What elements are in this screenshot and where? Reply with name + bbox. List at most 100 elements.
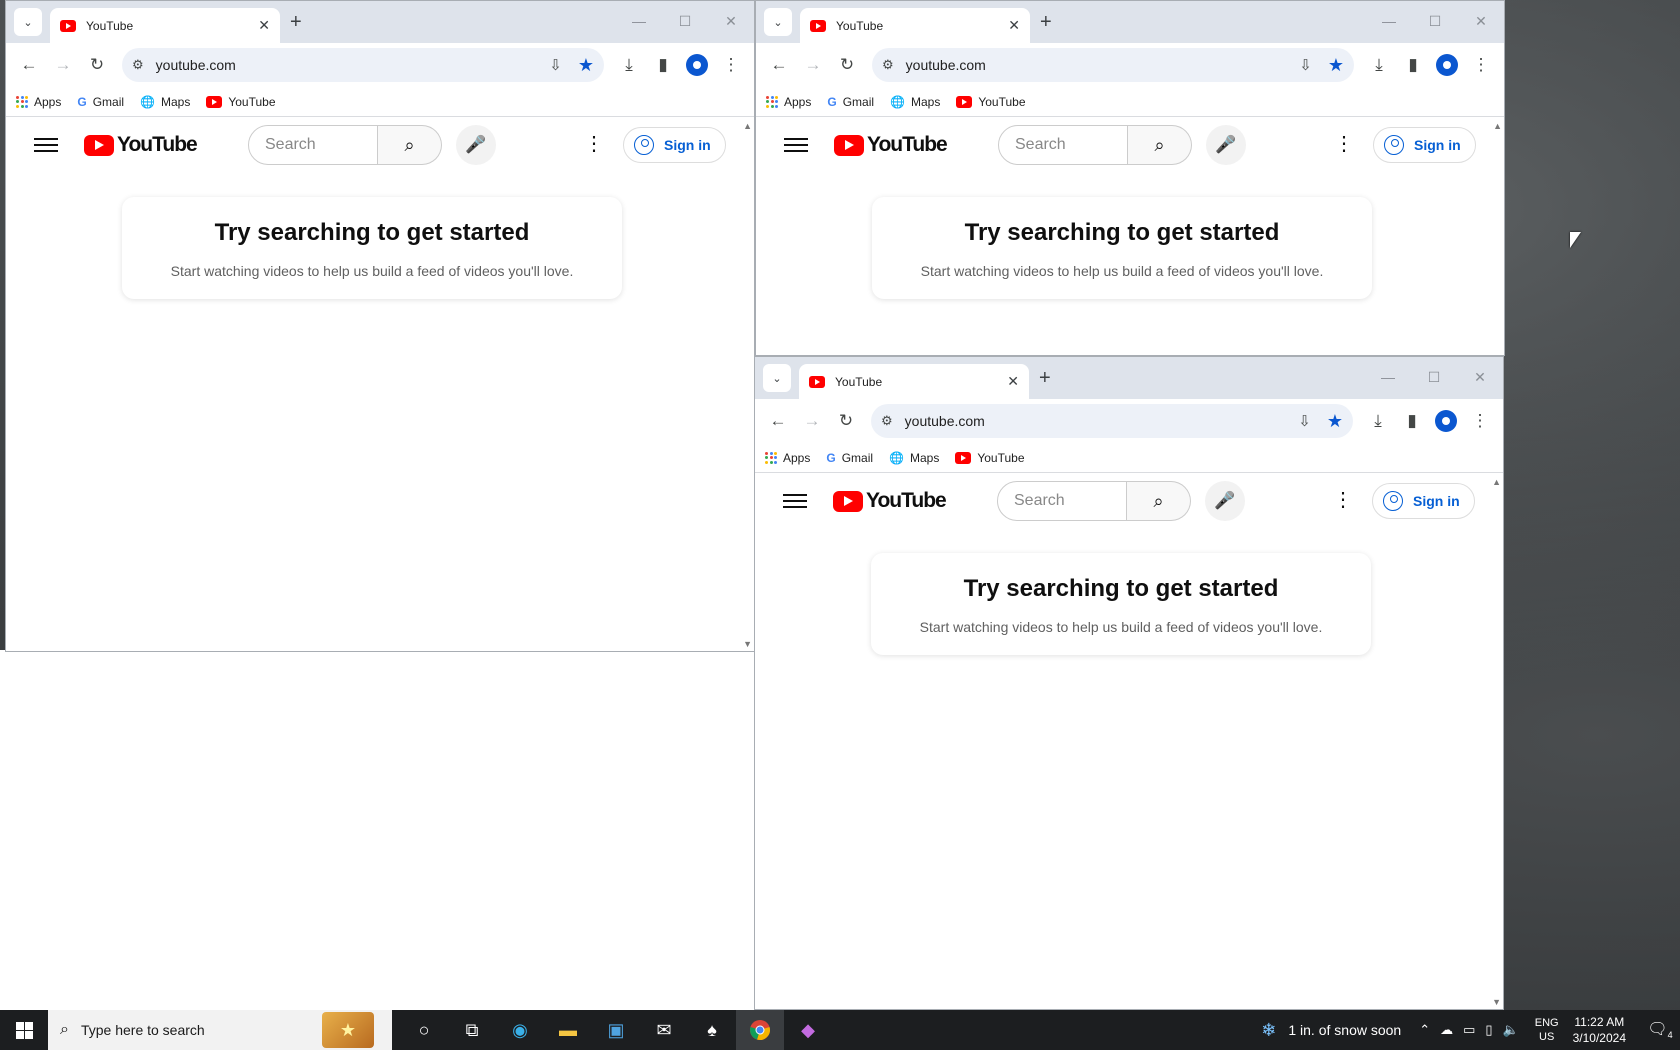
- settings-kebab-icon[interactable]: ⋮: [582, 131, 606, 156]
- search-highlight-icon[interactable]: ★: [322, 1012, 374, 1048]
- hamburger-menu-icon[interactable]: [34, 133, 58, 157]
- tab-close-icon[interactable]: ✕: [1008, 17, 1020, 34]
- settings-kebab-icon[interactable]: ⋮: [1332, 131, 1356, 156]
- tab-youtube[interactable]: YouTube ✕: [799, 364, 1029, 399]
- volume-muted-icon[interactable]: 🔈: [1503, 1022, 1519, 1038]
- solitaire-icon[interactable]: ♠: [688, 1010, 736, 1050]
- clock[interactable]: 11:22 AM 3/10/2024: [1573, 1014, 1626, 1046]
- maximize-button[interactable]: ☐: [662, 1, 708, 41]
- forward-button[interactable]: →: [795, 404, 829, 438]
- bookmark-youtube[interactable]: YouTube: [956, 95, 1026, 109]
- scroll-up-arrow[interactable]: ▲: [743, 121, 752, 131]
- side-panel-icon[interactable]: ▮: [1396, 48, 1430, 82]
- install-app-icon[interactable]: ⇩: [1299, 56, 1312, 74]
- file-explorer-icon[interactable]: ▬: [544, 1010, 592, 1050]
- forward-button[interactable]: →: [796, 48, 830, 82]
- mail-icon[interactable]: ✉: [640, 1010, 688, 1050]
- menu-kebab-icon[interactable]: ⋮: [1464, 48, 1498, 82]
- url-text[interactable]: youtube.com: [906, 57, 1284, 73]
- language-indicator[interactable]: ENG US: [1535, 1016, 1559, 1044]
- youtube-logo[interactable]: YouTube: [84, 133, 198, 157]
- task-view-icon[interactable]: ⧉: [448, 1010, 496, 1050]
- back-button[interactable]: ←: [761, 404, 795, 438]
- bookmark-apps[interactable]: Apps: [765, 451, 810, 465]
- hamburger-menu-icon[interactable]: [783, 489, 807, 513]
- maximize-button[interactable]: ☐: [1412, 1, 1458, 41]
- close-window-button[interactable]: ✕: [1457, 357, 1503, 397]
- minimize-button[interactable]: —: [616, 1, 662, 41]
- bookmark-maps[interactable]: 🌐 Maps: [889, 451, 939, 465]
- chrome-icon[interactable]: [736, 1010, 784, 1050]
- reload-button[interactable]: ↻: [80, 48, 114, 82]
- bookmark-maps[interactable]: 🌐 Maps: [140, 95, 190, 109]
- cortana-icon[interactable]: ○: [400, 1010, 448, 1050]
- chevron-up-icon[interactable]: ⌃: [1419, 1022, 1430, 1038]
- bookmark-star-icon[interactable]: ★: [578, 55, 594, 76]
- profile-button[interactable]: [1429, 404, 1463, 438]
- reload-button[interactable]: ↻: [829, 404, 863, 438]
- search-button[interactable]: ⌕: [378, 125, 442, 165]
- side-panel-icon[interactable]: ▮: [646, 48, 680, 82]
- reload-button[interactable]: ↻: [830, 48, 864, 82]
- youtube-logo[interactable]: YouTube: [834, 133, 948, 157]
- install-app-icon[interactable]: ⇩: [549, 56, 562, 74]
- profile-button[interactable]: [1430, 48, 1464, 82]
- taskbar-search-box[interactable]: ⌕ Type here to search ★: [48, 1010, 392, 1050]
- network-icon[interactable]: ▯: [1485, 1022, 1492, 1038]
- meet-now-icon[interactable]: ▭: [1463, 1022, 1475, 1038]
- bookmark-gmail[interactable]: G Gmail: [826, 451, 873, 465]
- tab-search-button[interactable]: ⌄: [764, 8, 792, 36]
- voice-search-button[interactable]: 🎤: [1205, 481, 1245, 521]
- search-input[interactable]: Search: [248, 125, 378, 165]
- close-window-button[interactable]: ✕: [708, 1, 754, 41]
- install-app-icon[interactable]: ⇩: [1298, 412, 1311, 430]
- bookmark-maps[interactable]: 🌐 Maps: [890, 95, 940, 109]
- menu-kebab-icon[interactable]: ⋮: [1463, 404, 1497, 438]
- minimize-button[interactable]: —: [1366, 1, 1412, 41]
- youtube-logo[interactable]: YouTube: [833, 489, 947, 513]
- site-info-icon[interactable]: ⚙: [881, 413, 893, 429]
- back-button[interactable]: ←: [12, 48, 46, 82]
- settings-kebab-icon[interactable]: ⋮: [1331, 487, 1355, 512]
- bookmark-gmail[interactable]: G Gmail: [827, 95, 874, 109]
- tab-close-icon[interactable]: ✕: [258, 17, 270, 34]
- site-info-icon[interactable]: ⚙: [882, 57, 894, 73]
- bookmark-apps[interactable]: Apps: [766, 95, 811, 109]
- microsoft-store-icon[interactable]: ▣: [592, 1010, 640, 1050]
- sign-in-button[interactable]: Sign in: [623, 127, 726, 163]
- site-info-icon[interactable]: ⚙: [132, 57, 144, 73]
- profile-button[interactable]: [680, 48, 714, 82]
- menu-kebab-icon[interactable]: ⋮: [714, 48, 748, 82]
- onedrive-icon[interactable]: ☁: [1440, 1022, 1453, 1038]
- notification-center-icon[interactable]: 🗨4: [1640, 1019, 1680, 1040]
- side-panel-icon[interactable]: ▮: [1395, 404, 1429, 438]
- downloads-icon[interactable]: ⤓: [1362, 48, 1396, 82]
- new-tab-button[interactable]: +: [1039, 366, 1051, 390]
- search-button[interactable]: ⌕: [1127, 481, 1191, 521]
- sign-in-button[interactable]: Sign in: [1372, 483, 1475, 519]
- bookmark-gmail[interactable]: G Gmail: [77, 95, 124, 109]
- new-tab-button[interactable]: +: [1040, 10, 1052, 34]
- edge-icon[interactable]: ◉: [496, 1010, 544, 1050]
- back-button[interactable]: ←: [762, 48, 796, 82]
- sign-in-button[interactable]: Sign in: [1373, 127, 1476, 163]
- tab-close-icon[interactable]: ✕: [1007, 373, 1019, 390]
- minimize-button[interactable]: —: [1365, 357, 1411, 397]
- search-button[interactable]: ⌕: [1128, 125, 1192, 165]
- address-bar[interactable]: ⚙ youtube.com ⇩ ★: [871, 404, 1353, 438]
- tab-search-button[interactable]: ⌄: [14, 8, 42, 36]
- voice-search-button[interactable]: 🎤: [1206, 125, 1246, 165]
- tab-youtube[interactable]: YouTube ✕: [50, 8, 280, 43]
- new-tab-button[interactable]: +: [290, 10, 302, 34]
- weather-widget[interactable]: ❄ 1 in. of snow soon: [1261, 1020, 1401, 1041]
- url-text[interactable]: youtube.com: [905, 413, 1283, 429]
- address-bar[interactable]: ⚙ youtube.com ⇩ ★: [122, 48, 604, 82]
- search-input[interactable]: Search: [997, 481, 1127, 521]
- address-bar[interactable]: ⚙ youtube.com ⇩ ★: [872, 48, 1354, 82]
- search-input[interactable]: Search: [998, 125, 1128, 165]
- start-button[interactable]: [0, 1010, 48, 1050]
- paint-icon[interactable]: ◆: [784, 1010, 832, 1050]
- bookmark-star-icon[interactable]: ★: [1328, 55, 1344, 76]
- downloads-icon[interactable]: ⤓: [612, 48, 646, 82]
- bookmark-apps[interactable]: Apps: [16, 95, 61, 109]
